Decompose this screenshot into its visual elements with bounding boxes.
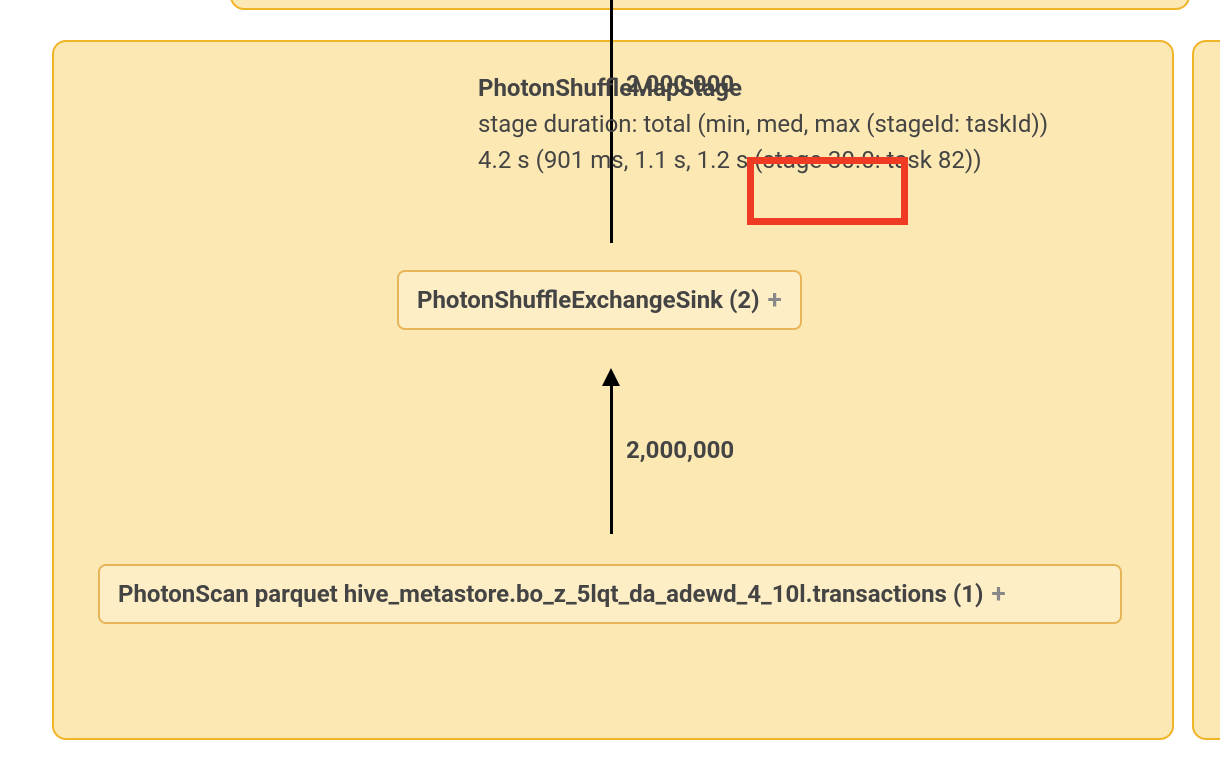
node-shuffle-sink-label: PhotonShuffleExchangeSink (2) [417,286,760,314]
plus-icon[interactable]: + [991,581,1005,607]
node-scan[interactable]: PhotonScan parquet hive_metastore.bo_z_5… [98,564,1122,624]
arrow-mid [610,384,613,534]
edge-count-mid: 2,000,000 [626,436,734,464]
stage-card-top [230,0,1190,10]
node-scan-label: PhotonScan parquet hive_metastore.bo_z_5… [118,580,983,608]
stage-card-side [1192,40,1220,740]
stage-info-line1: stage duration: total (min, med, max (st… [478,106,1048,142]
highlight-box [747,157,908,225]
stage-info-title: PhotonShuffleMapStage [478,70,1048,106]
node-shuffle-sink[interactable]: PhotonShuffleExchangeSink (2) + [397,270,802,330]
plus-icon[interactable]: + [768,287,782,313]
